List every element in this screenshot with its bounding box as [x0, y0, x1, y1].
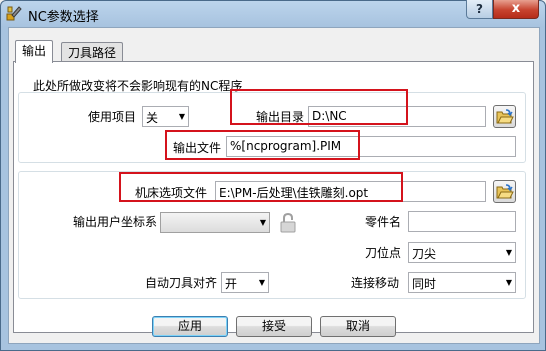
connect-move-value: 同时 [412, 277, 437, 291]
chevron-down-icon: ▼ [505, 278, 512, 287]
tool-position-value: 刀尖 [412, 247, 437, 261]
chevron-down-icon: ▼ [258, 278, 265, 287]
title-bar[interactable]: NC参数选择 ? x [0, 0, 546, 27]
use-item-label: 使用项目 [88, 110, 137, 124]
lock-button[interactable] [278, 212, 298, 234]
tab-toolpath-label: 刀具路径 [68, 46, 117, 60]
machine-option-file-label: 机床选项文件 [135, 186, 208, 200]
chevron-down-icon: ▼ [178, 112, 185, 121]
folder-open-icon [496, 184, 514, 199]
output-file-label: 输出文件 [173, 141, 222, 155]
apply-button[interactable]: 应用 [152, 316, 228, 337]
output-user-cs-dropdown[interactable]: ▼ [160, 212, 270, 233]
use-item-dropdown[interactable]: 关 ▼ [142, 106, 189, 127]
tool-position-dropdown[interactable]: 刀尖 ▼ [408, 242, 516, 263]
connect-move-label: 连接移动 [351, 276, 400, 290]
close-button[interactable]: x [493, 0, 539, 19]
output-file-field[interactable]: %[ncprogram].PIM [226, 136, 516, 157]
output-user-cs-label: 输出用户坐标系 [73, 215, 158, 229]
output-dir-value: D:\NC [312, 109, 347, 123]
connect-move-dropdown[interactable]: 同时 ▼ [408, 272, 516, 293]
window-title: NC参数选择 [28, 10, 99, 25]
help-button[interactable]: ? [466, 0, 493, 19]
auto-tool-align-dropdown[interactable]: 开 ▼ [221, 272, 269, 293]
use-item-value: 关 [146, 111, 159, 125]
machine-option-browse-button[interactable] [493, 180, 516, 203]
output-dir-browse-button[interactable] [493, 105, 516, 128]
tool-position-label: 刀位点 [365, 246, 402, 260]
tab-toolpath[interactable]: 刀具路径 [61, 42, 124, 62]
cancel-button[interactable]: 取消 [320, 316, 396, 337]
output-dir-label: 输出目录 [256, 110, 305, 124]
auto-tool-align-label: 自动刀具对齐 [145, 276, 218, 290]
tab-output[interactable]: 输出 [15, 40, 54, 63]
app-tool-icon [6, 6, 22, 21]
chevron-down-icon: ▼ [505, 248, 512, 257]
chevron-down-icon: ▼ [259, 218, 266, 227]
part-name-label: 零件名 [365, 215, 402, 229]
accept-button[interactable]: 接受 [236, 316, 312, 337]
tab-output-label: 输出 [22, 44, 47, 58]
output-file-value: %[ncprogram].PIM [230, 139, 342, 153]
folder-open-icon [496, 109, 514, 124]
machine-option-file-value: E:\PM-后处理\佳铁雕刻.opt [219, 186, 369, 200]
machine-option-file-field[interactable]: E:\PM-后处理\佳铁雕刻.opt [215, 181, 486, 202]
output-dir-field[interactable]: D:\NC [308, 106, 486, 127]
lock-icon [280, 212, 296, 233]
auto-tool-align-value: 开 [225, 277, 238, 291]
part-name-field[interactable] [408, 211, 516, 232]
